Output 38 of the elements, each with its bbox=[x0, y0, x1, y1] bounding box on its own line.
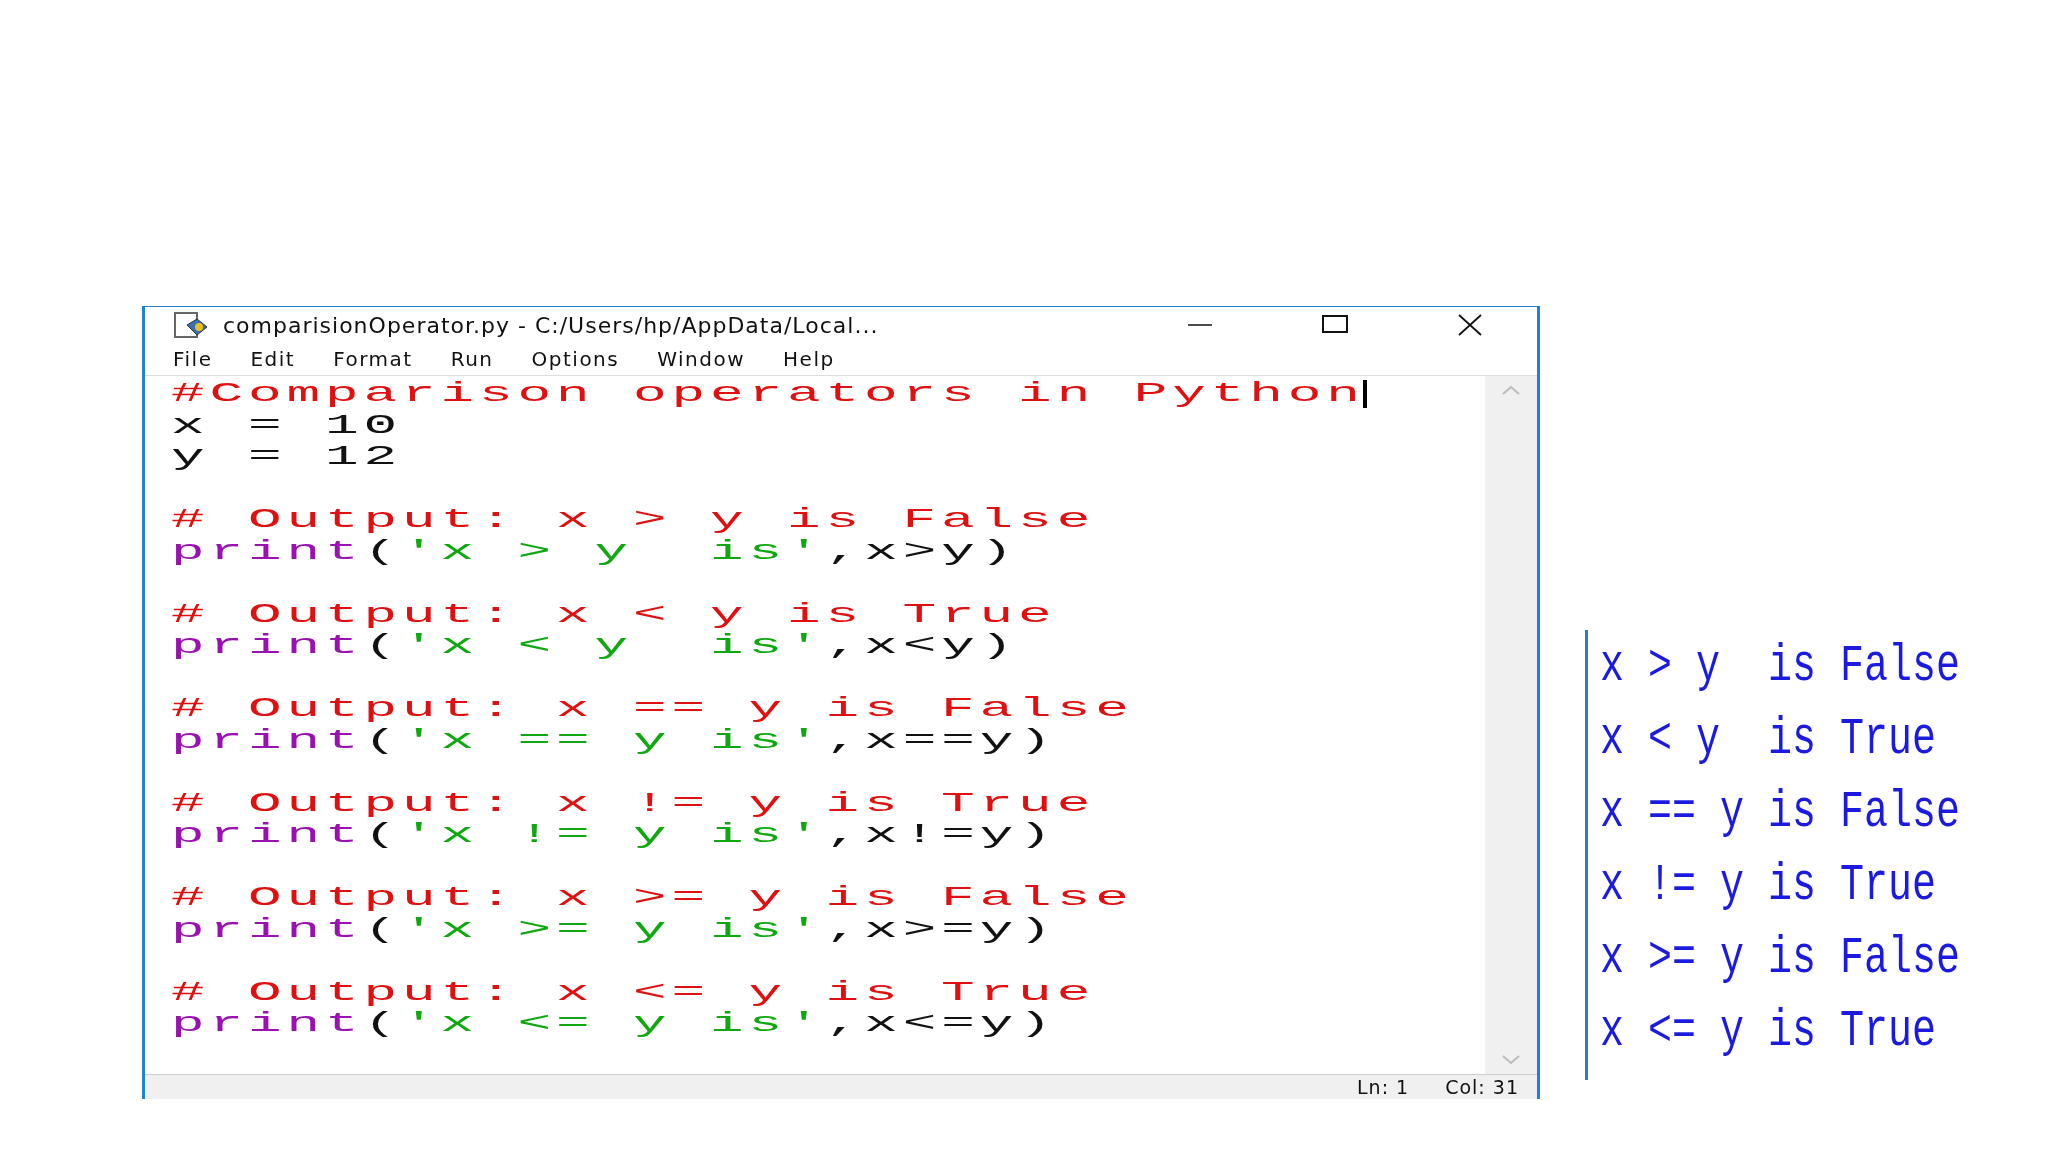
vertical-scrollbar[interactable] bbox=[1485, 376, 1537, 1074]
code-line: x = 10 bbox=[171, 409, 403, 441]
code-line: print('x < y is',x<y) bbox=[171, 630, 1019, 662]
code-line: # Output: x != y is True bbox=[171, 787, 1096, 819]
window-title: comparisionOperator.py - C:/Users/hp/AppData/Local... bbox=[223, 312, 880, 338]
menu-item[interactable]: Options bbox=[531, 347, 620, 371]
code-line: # Output: x == y is False bbox=[171, 693, 1134, 725]
column-number-status: Col: 31 bbox=[1445, 1076, 1519, 1098]
menu-item[interactable]: Format bbox=[333, 347, 413, 371]
code-line: print('x != y is',x!=y) bbox=[171, 819, 1057, 851]
scroll-up-icon[interactable] bbox=[1501, 384, 1521, 396]
menu-item[interactable]: Run bbox=[450, 347, 494, 371]
maximize-icon bbox=[1321, 315, 1348, 335]
code-line: print('x <= y is',x<=y) bbox=[171, 1008, 1057, 1040]
menu-item[interactable]: Edit bbox=[250, 347, 296, 371]
output-line: x <= y is True bbox=[1600, 1001, 1938, 1063]
document-icon bbox=[173, 311, 209, 339]
code-line: print('x == y is',x==y) bbox=[171, 724, 1057, 756]
code-line: # Output: x <= y is True bbox=[171, 976, 1096, 1008]
output-line: x != y is True bbox=[1600, 855, 1938, 917]
menu-item[interactable]: Window bbox=[657, 347, 746, 371]
scroll-down-icon[interactable] bbox=[1501, 1054, 1521, 1066]
code-line: # Output: x < y is True bbox=[171, 598, 1057, 630]
code-line: # Output: x >= y is False bbox=[171, 882, 1134, 914]
code-line: y = 12 bbox=[171, 441, 403, 473]
output-line: x == y is False bbox=[1600, 782, 1961, 844]
menu-item[interactable]: File bbox=[173, 347, 213, 371]
code-line: print('x >= y is',x>=y) bbox=[171, 913, 1057, 945]
line-number-status: Ln: 1 bbox=[1357, 1076, 1410, 1098]
output-line: x < y is True bbox=[1600, 709, 1938, 771]
menu-item[interactable]: Help bbox=[783, 347, 835, 371]
code-line: print('x > y is',x>y) bbox=[171, 535, 1019, 567]
close-icon bbox=[1456, 314, 1483, 336]
output-line: x >= y is False bbox=[1600, 928, 1961, 990]
minimize-icon bbox=[1187, 324, 1212, 326]
output-line: x > y is False bbox=[1600, 636, 1961, 698]
code-line: #Comparison operators in Python bbox=[171, 378, 1367, 410]
code-line: # Output: x > y is False bbox=[171, 504, 1096, 536]
